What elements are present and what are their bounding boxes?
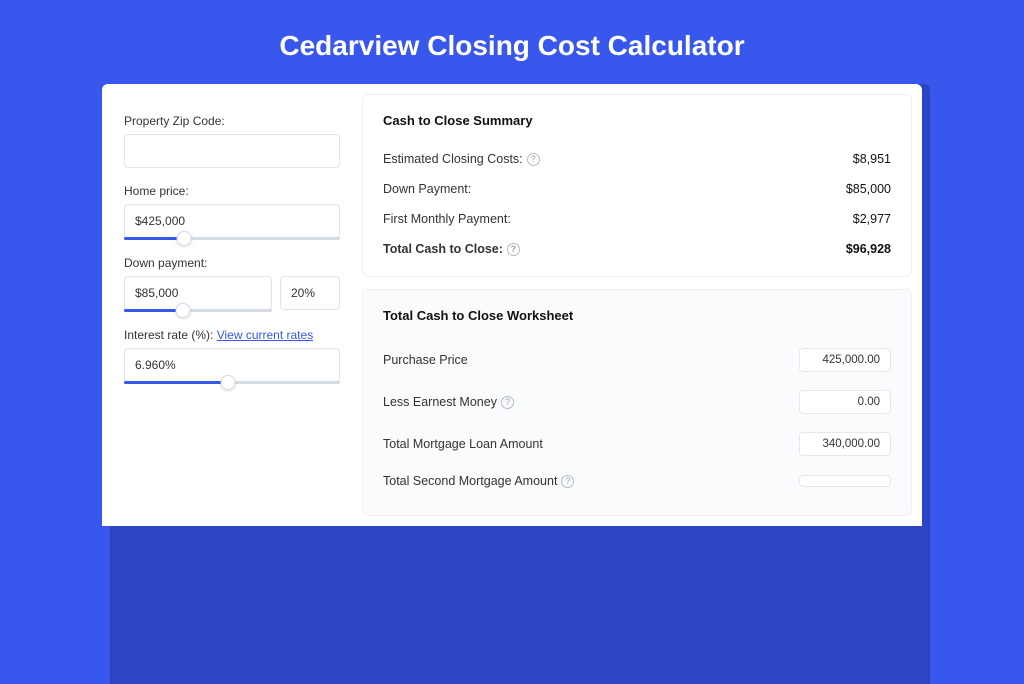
- summary-row-total: Total Cash to Close: ? $96,928: [383, 234, 891, 264]
- homeprice-field-group: Home price:: [124, 184, 340, 240]
- worksheet-label: Less Earnest Money ?: [383, 395, 514, 409]
- worksheet-value[interactable]: 0.00: [799, 390, 891, 414]
- interest-slider-thumb[interactable]: [220, 375, 235, 390]
- worksheet-row-loan-amount: Total Mortgage Loan Amount 340,000.00: [383, 423, 891, 465]
- summary-label-text: Estimated Closing Costs:: [383, 152, 523, 166]
- downpayment-label: Down payment:: [124, 256, 340, 270]
- worksheet-label-text: Less Earnest Money: [383, 395, 497, 409]
- summary-heading: Cash to Close Summary: [383, 113, 891, 128]
- summary-label: Down Payment:: [383, 182, 471, 196]
- homeprice-label: Home price:: [124, 184, 340, 198]
- worksheet-value[interactable]: 340,000.00: [799, 432, 891, 456]
- homeprice-slider-fill: [124, 237, 184, 240]
- downpayment-slider[interactable]: [124, 309, 272, 312]
- summary-label-text: Down Payment:: [383, 182, 471, 196]
- interest-label-text: Interest rate (%):: [124, 328, 217, 342]
- summary-value: $85,000: [846, 182, 891, 196]
- worksheet-label-text: Total Second Mortgage Amount: [383, 474, 557, 488]
- worksheet-row-second-mortgage: Total Second Mortgage Amount ?: [383, 465, 891, 497]
- calculator-wrapper: Property Zip Code: Home price: Down paym…: [102, 84, 922, 526]
- worksheet-label: Total Second Mortgage Amount ?: [383, 474, 574, 488]
- help-icon[interactable]: ?: [561, 475, 574, 488]
- worksheet-label-text: Purchase Price: [383, 353, 468, 367]
- worksheet-value[interactable]: [799, 475, 891, 487]
- worksheet-label: Purchase Price: [383, 353, 468, 367]
- worksheet-label-text: Total Mortgage Loan Amount: [383, 437, 543, 451]
- summary-value: $96,928: [846, 242, 891, 256]
- summary-row-down-payment: Down Payment: $85,000: [383, 174, 891, 204]
- zip-label: Property Zip Code:: [124, 114, 340, 128]
- interest-slider[interactable]: [124, 381, 340, 384]
- results-panel: Cash to Close Summary Estimated Closing …: [362, 94, 912, 516]
- current-rates-link[interactable]: View current rates: [217, 328, 314, 342]
- worksheet-row-earnest-money: Less Earnest Money ? 0.00: [383, 381, 891, 423]
- summary-value: $8,951: [853, 152, 891, 166]
- worksheet-card: Total Cash to Close Worksheet Purchase P…: [362, 289, 912, 516]
- calculator-card: Property Zip Code: Home price: Down paym…: [102, 84, 922, 526]
- homeprice-input[interactable]: [124, 204, 340, 238]
- inputs-panel: Property Zip Code: Home price: Down paym…: [112, 94, 352, 516]
- worksheet-heading: Total Cash to Close Worksheet: [383, 308, 891, 323]
- worksheet-value[interactable]: 425,000.00: [799, 348, 891, 372]
- interest-field-group: Interest rate (%): View current rates: [124, 328, 340, 384]
- homeprice-slider-thumb[interactable]: [177, 231, 192, 246]
- downpayment-slider-fill: [124, 309, 183, 312]
- summary-card: Cash to Close Summary Estimated Closing …: [362, 94, 912, 277]
- summary-label: Total Cash to Close: ?: [383, 242, 520, 256]
- zip-field-group: Property Zip Code:: [124, 114, 340, 168]
- summary-value: $2,977: [853, 212, 891, 226]
- help-icon[interactable]: ?: [501, 396, 514, 409]
- downpayment-pct-input[interactable]: [280, 276, 340, 310]
- worksheet-row-purchase-price: Purchase Price 425,000.00: [383, 339, 891, 381]
- summary-label: Estimated Closing Costs: ?: [383, 152, 540, 166]
- worksheet-label: Total Mortgage Loan Amount: [383, 437, 543, 451]
- summary-label-text: Total Cash to Close:: [383, 242, 503, 256]
- summary-row-first-payment: First Monthly Payment: $2,977: [383, 204, 891, 234]
- downpayment-input[interactable]: [124, 276, 272, 310]
- summary-row-closing-costs: Estimated Closing Costs: ? $8,951: [383, 144, 891, 174]
- homeprice-slider[interactable]: [124, 237, 340, 240]
- help-icon[interactable]: ?: [527, 153, 540, 166]
- downpayment-slider-thumb[interactable]: [176, 303, 191, 318]
- downpayment-field-group: Down payment:: [124, 256, 340, 312]
- help-icon[interactable]: ?: [507, 243, 520, 256]
- page-title: Cedarview Closing Cost Calculator: [0, 0, 1024, 84]
- interest-label: Interest rate (%): View current rates: [124, 328, 340, 342]
- summary-label-text: First Monthly Payment:: [383, 212, 511, 226]
- interest-slider-fill: [124, 381, 228, 384]
- zip-input[interactable]: [124, 134, 340, 168]
- summary-label: First Monthly Payment:: [383, 212, 511, 226]
